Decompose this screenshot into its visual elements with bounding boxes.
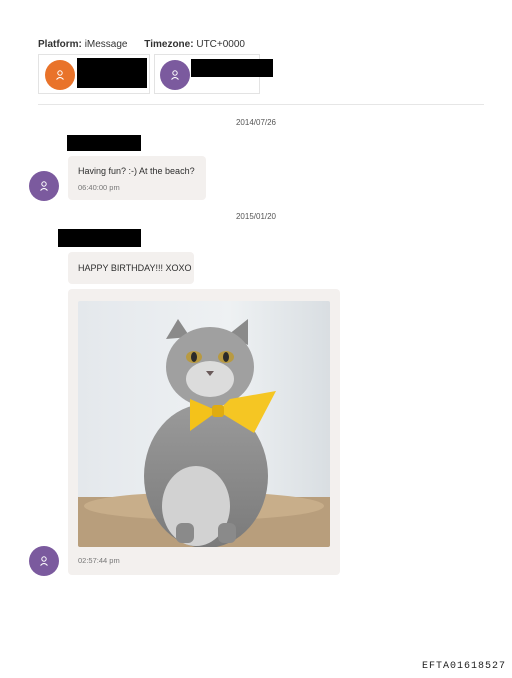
avatar — [29, 171, 59, 201]
conversation-meta: Platform: iMessage Timezone: UTC+0000 — [38, 39, 245, 50]
user-icon — [40, 181, 48, 191]
header-divider — [38, 104, 484, 105]
participant-card-2 — [154, 54, 273, 94]
avatar — [29, 546, 59, 576]
message-text: HAPPY BIRTHDAY!!! XOXO — [78, 263, 192, 273]
attachment-photo[interactable] — [78, 301, 330, 547]
platform-label: Platform: — [38, 39, 82, 50]
redacted-name — [191, 59, 273, 77]
date-separator: 2014/07/26 — [235, 118, 277, 127]
image-message-bubble[interactable]: 02:57:44 pm — [68, 289, 340, 575]
avatar — [160, 60, 190, 90]
participant-card-1 — [38, 54, 150, 94]
date-separator: 2015/01/20 — [235, 212, 277, 221]
redacted-name — [77, 58, 147, 88]
message-bubble[interactable]: HAPPY BIRTHDAY!!! XOXO — [68, 252, 194, 284]
platform-value: iMessage — [84, 39, 128, 50]
cat-photo-image — [78, 301, 330, 547]
redacted-sender-name — [67, 135, 141, 151]
user-icon — [171, 70, 179, 80]
message-text: Having fun? :-) At the beach? — [78, 166, 195, 176]
document-id: EFTA01618527 — [421, 661, 506, 672]
message-time: 06:40:00 pm — [78, 183, 120, 192]
avatar — [45, 60, 75, 90]
redacted-sender-name — [58, 229, 141, 247]
message-bubble[interactable]: Having fun? :-) At the beach? 06:40:00 p… — [68, 156, 206, 200]
user-icon — [56, 70, 64, 80]
timezone-label: Timezone: — [144, 39, 194, 50]
message-time: 02:57:44 pm — [78, 556, 120, 565]
timezone-value: UTC+0000 — [196, 39, 245, 50]
user-icon — [40, 556, 48, 566]
